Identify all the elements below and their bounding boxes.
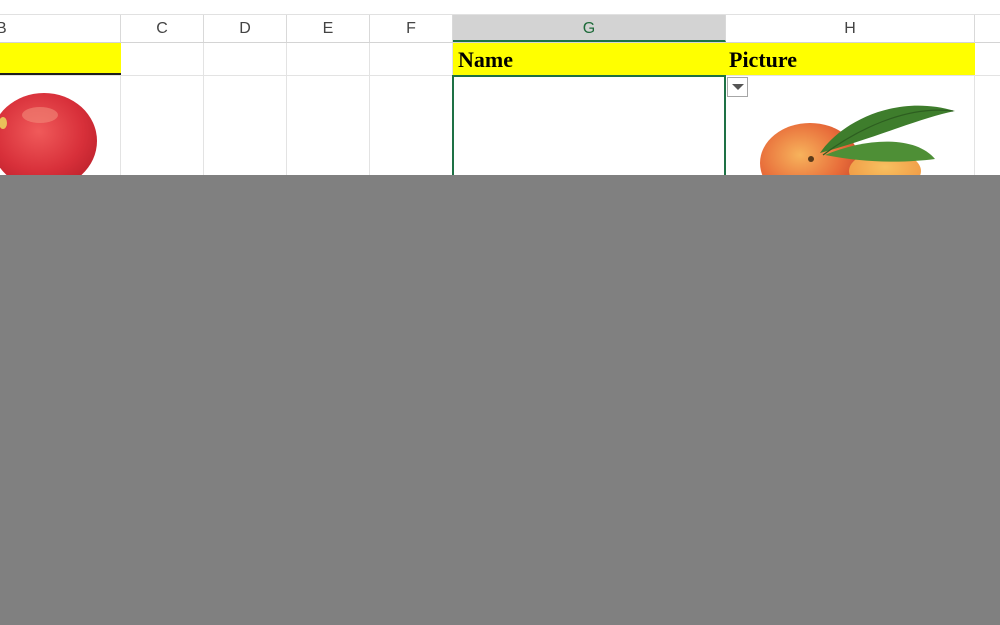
column-header-c[interactable]: C — [121, 15, 204, 42]
ribbon-edge — [0, 0, 1000, 15]
column-header-g[interactable]: G — [453, 15, 726, 42]
header-cell-b[interactable] — [0, 43, 121, 75]
active-cell-g2[interactable] — [452, 75, 726, 176]
gridline — [203, 43, 204, 175]
dropdown-button[interactable] — [727, 77, 748, 97]
worksheet-grid[interactable]: Name Picture — [0, 43, 1000, 176]
column-header-d[interactable]: D — [204, 15, 287, 42]
column-header-h[interactable]: H — [726, 15, 975, 42]
apple-image — [0, 93, 97, 175]
picture-header-label: Picture — [729, 47, 798, 72]
header-cell-picture[interactable]: Picture — [726, 43, 975, 75]
column-header-row: B C D E F G H — [0, 15, 1000, 43]
column-header-f[interactable]: F — [370, 15, 453, 42]
gray-overlay — [0, 175, 1000, 625]
peach-image — [760, 105, 955, 175]
dropdown-arrow-icon — [732, 84, 744, 90]
column-header-e[interactable]: E — [287, 15, 370, 42]
gridline — [286, 43, 287, 175]
name-header-label: Name — [458, 47, 513, 72]
header-cell-name[interactable]: Name — [453, 43, 726, 75]
gridline — [369, 43, 370, 175]
column-header-b[interactable]: B — [0, 15, 121, 42]
